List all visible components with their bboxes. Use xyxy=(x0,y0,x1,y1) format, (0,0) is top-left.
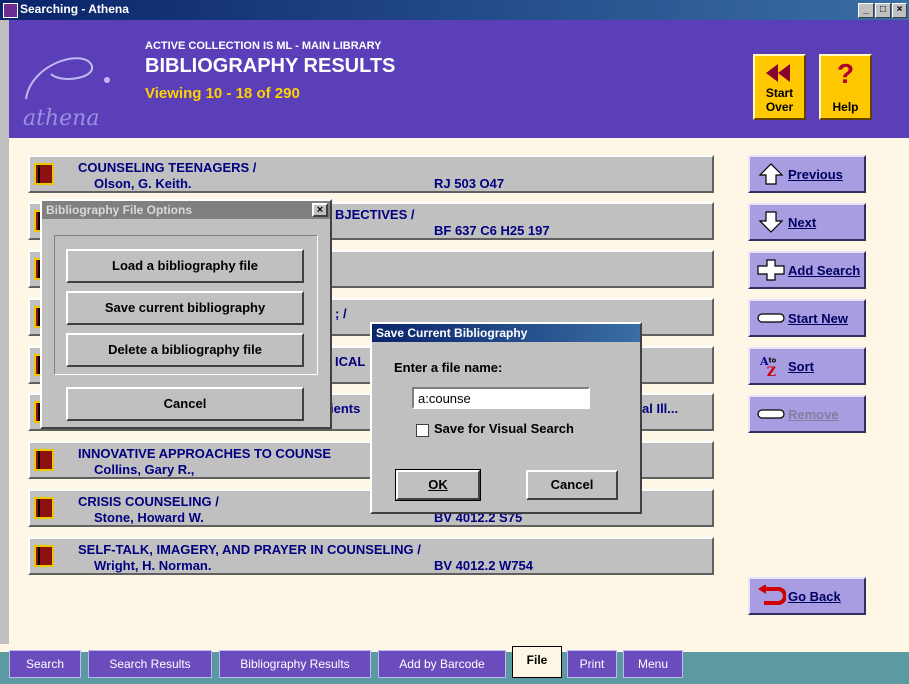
app-icon xyxy=(3,3,18,18)
delete-bibliography-button[interactable]: Delete a bibliography file xyxy=(66,333,304,367)
file-name-input[interactable]: a:counse xyxy=(412,387,590,409)
book-icon xyxy=(34,449,54,471)
minus-bar-icon xyxy=(757,313,785,323)
arrow-up-icon xyxy=(758,163,784,185)
minimize-button[interactable]: _ xyxy=(858,3,874,18)
question-icon: ? xyxy=(836,58,855,89)
result-author: Collins, Gary R., xyxy=(94,462,195,477)
tab-search[interactable]: Search xyxy=(9,650,81,678)
tab-file[interactable]: File xyxy=(512,646,562,678)
result-title: INNOVATIVE APPROACHES TO COUNSE xyxy=(78,446,332,461)
previous-button[interactable]: Previous xyxy=(748,155,866,193)
window-title: Searching - Athena xyxy=(20,2,129,16)
book-icon xyxy=(34,163,54,185)
svg-text:Z: Z xyxy=(767,364,776,377)
result-call-number: RJ 503 O47 xyxy=(434,176,505,191)
arrow-down-icon xyxy=(758,211,784,233)
rewind-icon xyxy=(766,64,790,82)
tab-print[interactable]: Print xyxy=(567,650,617,678)
viewing-range: Viewing 10 - 18 of 290 xyxy=(145,85,300,102)
result-title: COUNSELING TEENAGERS / xyxy=(78,160,257,175)
minus-bar-icon xyxy=(757,409,785,419)
previous-label: Previous xyxy=(788,167,843,182)
file-options-dialog: Bibliography File Options × Load a bibli… xyxy=(40,199,332,429)
visual-search-label: Save for Visual Search xyxy=(434,421,574,436)
tab-add-by-barcode[interactable]: Add by Barcode xyxy=(378,650,506,678)
help-button[interactable]: ? Help xyxy=(819,54,872,120)
result-row[interactable]: COUNSELING TEENAGERS / Olson, G. Keith. … xyxy=(28,155,714,193)
remove-button[interactable]: Remove xyxy=(748,395,866,433)
sort-label: Sort xyxy=(788,359,814,374)
file-options-close-button[interactable]: × xyxy=(312,203,328,217)
result-title: ients xyxy=(330,401,361,416)
add-search-label: Add Search xyxy=(788,263,861,278)
result-title: BJECTIVES / xyxy=(335,207,415,222)
start-new-label: Start New xyxy=(788,311,848,326)
result-author: Olson, G. Keith. xyxy=(94,176,192,191)
next-button[interactable]: Next xyxy=(748,203,866,241)
tab-search-results[interactable]: Search Results xyxy=(88,650,212,678)
save-dialog-cancel-button[interactable]: Cancel xyxy=(526,470,618,500)
result-title: ICAL xyxy=(335,354,366,369)
remove-label: Remove xyxy=(788,407,839,422)
result-author: Wright, H. Norman. xyxy=(94,558,212,573)
save-bibliography-dialog: Save Current Bibliography Enter a file n… xyxy=(370,322,642,514)
next-label: Next xyxy=(788,215,817,230)
athena-logo-text: athena xyxy=(23,106,100,131)
result-title: CRISIS COUNSELING / xyxy=(78,494,219,509)
page-title: BIBLIOGRAPHY RESULTS xyxy=(145,55,396,77)
return-arrow-icon xyxy=(758,585,786,605)
start-over-button[interactable]: Start Over xyxy=(753,54,806,120)
plus-icon xyxy=(757,259,785,281)
result-call-number: BF 637 C6 H25 197 xyxy=(434,223,550,238)
go-back-label: Go Back xyxy=(788,589,841,604)
go-back-button[interactable]: Go Back xyxy=(748,577,866,615)
result-call-number: BV 4012.2 W754 xyxy=(434,558,534,573)
collection-label: ACTIVE COLLECTION IS ML - MAIN LIBRARY xyxy=(145,40,382,52)
save-bibliography-button[interactable]: Save current bibliography xyxy=(66,291,304,325)
load-bibliography-button[interactable]: Load a bibliography file xyxy=(66,249,304,283)
help-label: Help xyxy=(832,100,859,114)
sort-button[interactable]: A to Z Sort xyxy=(748,347,866,385)
close-button[interactable]: × xyxy=(892,3,907,18)
maximize-button[interactable]: □ xyxy=(875,3,891,18)
book-icon xyxy=(34,497,54,519)
file-options-cancel-button[interactable]: Cancel xyxy=(66,387,304,421)
result-call-number: al Ill... xyxy=(642,401,679,416)
header-panel: athena ACTIVE COLLECTION IS ML - MAIN LI… xyxy=(9,20,909,138)
window-frame xyxy=(0,20,9,684)
visual-search-checkbox[interactable] xyxy=(416,424,429,437)
title-bar: Searching - Athena _ □ × xyxy=(0,0,909,20)
athena-logo-swirl-icon xyxy=(25,57,110,100)
ok-button[interactable]: OK xyxy=(395,469,481,501)
tab-bibliography-results[interactable]: Bibliography Results xyxy=(219,650,371,678)
result-row[interactable]: SELF-TALK, IMAGERY, AND PRAYER IN COUNSE… xyxy=(28,537,714,575)
start-new-button[interactable]: Start New xyxy=(748,299,866,337)
file-options-caption: Bibliography File Options xyxy=(42,201,330,219)
book-icon xyxy=(34,545,54,567)
start-over-label: Start Over xyxy=(765,86,794,114)
result-title: SELF-TALK, IMAGERY, AND PRAYER IN COUNSE… xyxy=(78,542,421,557)
result-title: ; / xyxy=(335,306,347,321)
save-dialog-caption: Save Current Bibliography xyxy=(372,324,640,342)
tab-menu[interactable]: Menu xyxy=(623,650,683,678)
result-author: Stone, Howard W. xyxy=(94,510,204,525)
sort-az-icon: A to Z xyxy=(759,355,777,377)
file-name-prompt: Enter a file name: xyxy=(394,360,503,375)
add-search-button[interactable]: Add Search xyxy=(748,251,866,289)
